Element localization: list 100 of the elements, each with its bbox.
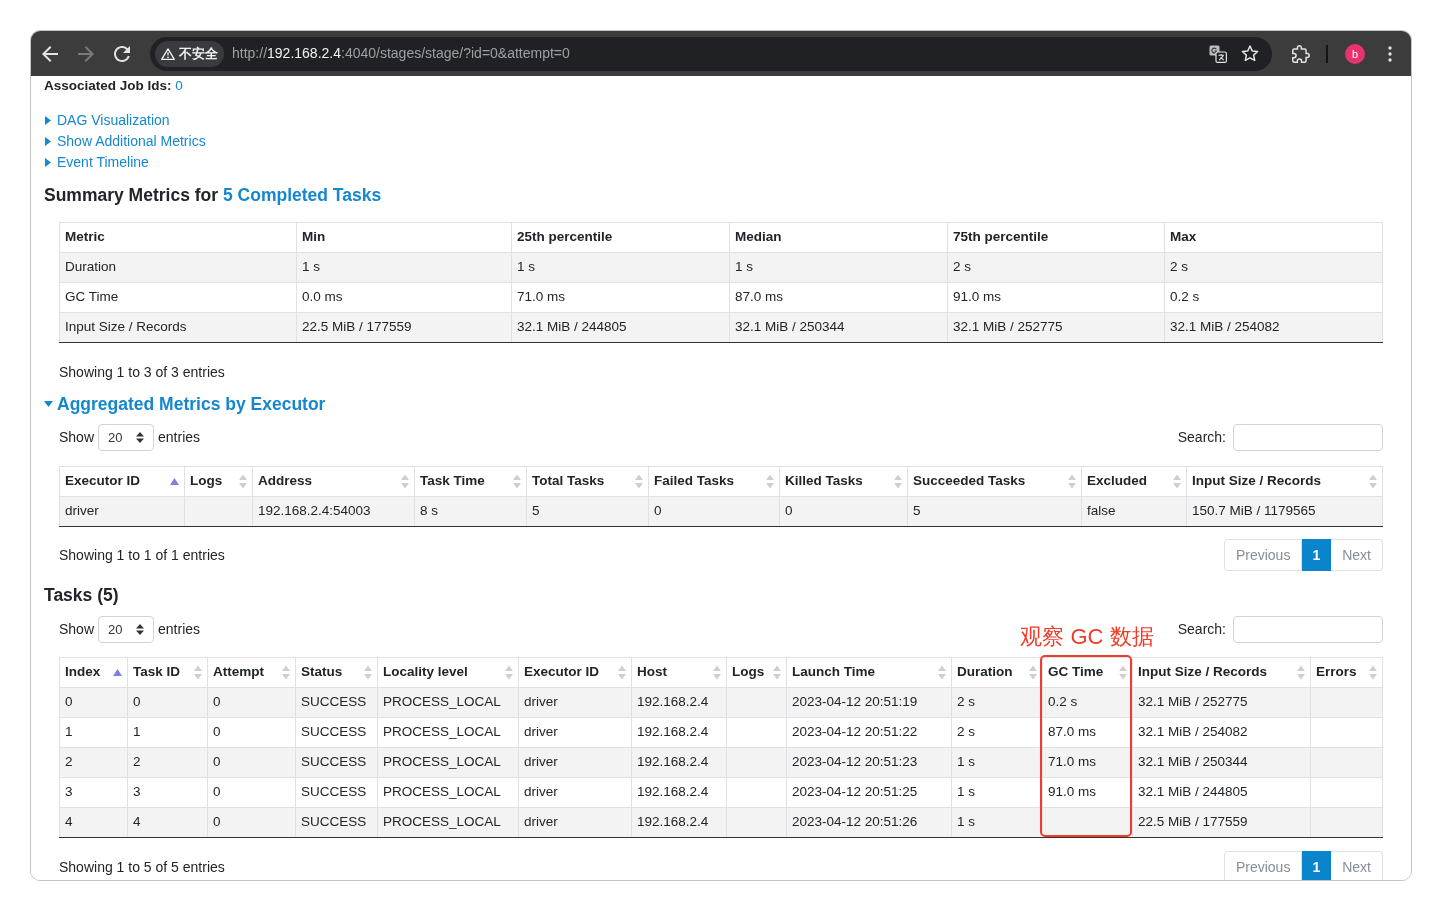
column-header[interactable]: Task ID xyxy=(127,657,208,688)
annotation-label: 观察 GC 数据 xyxy=(1020,624,1154,650)
table-cell: 1 s xyxy=(951,747,1043,778)
column-header[interactable]: Logs xyxy=(184,466,253,497)
table-cell: 192.168.2.4 xyxy=(631,777,727,808)
table-cell: 91.0 ms xyxy=(947,282,1165,313)
table-cell: 32.1 MiB / 252775 xyxy=(1132,687,1311,718)
table-cell: 2 s xyxy=(1164,252,1383,283)
expand-toggle-link[interactable]: Show Additional Metrics xyxy=(44,131,206,152)
table-cell: PROCESS_LOCAL xyxy=(377,807,519,838)
column-header[interactable]: Executor ID xyxy=(518,657,632,688)
section-title: Summary Metrics for 5 Completed Tasks xyxy=(44,184,382,207)
table-cell: 1 s xyxy=(511,252,730,283)
table-cell: 32.1 MiB / 250344 xyxy=(1132,747,1311,778)
three-dots-menu-icon[interactable] xyxy=(1388,45,1392,62)
puzzle-piece-icon[interactable] xyxy=(1292,44,1310,63)
table-cell: 1 s xyxy=(296,252,512,283)
completed-tasks-link[interactable]: 5 Completed Tasks xyxy=(222,185,382,205)
table-cell: 192.168.2.4 xyxy=(631,807,727,838)
entries-info: Showing 1 to 5 of 5 entries xyxy=(59,857,225,877)
show-label: Show xyxy=(59,428,95,447)
column-header[interactable]: Errors xyxy=(1310,657,1383,688)
page-size-select[interactable]: 20 xyxy=(98,424,155,451)
search-field[interactable] xyxy=(1233,424,1383,451)
table-cell: 32.1 MiB / 244805 xyxy=(511,312,730,343)
table-cell: 2023-04-12 20:51:26 xyxy=(786,807,952,838)
table-cell: 0 xyxy=(207,687,296,718)
table-cell: driver xyxy=(518,807,632,838)
table-cell: SUCCESS xyxy=(295,747,378,778)
column-header[interactable]: Duration xyxy=(951,657,1043,688)
column-header[interactable]: Failed Tasks xyxy=(648,466,780,497)
table-cell: 2023-04-12 20:51:22 xyxy=(786,717,952,748)
column-header[interactable]: Launch Time xyxy=(786,657,952,688)
column-header[interactable]: Excluded xyxy=(1081,466,1187,497)
table-cell: 1 xyxy=(127,717,208,748)
search-label: Search: xyxy=(1177,620,1226,639)
search-label: Search: xyxy=(1177,428,1226,447)
up-down-caret-icon xyxy=(136,624,145,635)
table-cell: 2 xyxy=(127,747,208,778)
table-cell: 150.7 MiB / 1179565 xyxy=(1186,496,1383,527)
table-cell: 0 xyxy=(207,807,296,838)
table-cell: SUCCESS xyxy=(295,687,378,718)
translate-icon[interactable] xyxy=(1209,44,1227,63)
column-header[interactable]: Succeeded Tasks xyxy=(907,466,1082,497)
table-cell: Duration xyxy=(59,252,297,283)
column-header[interactable]: Executor ID xyxy=(59,466,185,497)
table-cell: 8 s xyxy=(414,496,527,527)
table-cell: 192.168.2.4 xyxy=(631,747,727,778)
forward-arrow-icon[interactable] xyxy=(78,45,94,62)
table-cell: Input Size / Records xyxy=(59,312,297,343)
url-text[interactable]: http:// xyxy=(232,43,268,64)
job-id-link[interactable]: 0 xyxy=(175,78,183,93)
table-cell: 0 xyxy=(779,496,908,527)
table-cell: 71.0 ms xyxy=(511,282,730,313)
table-cell: 87.0 ms xyxy=(1042,717,1133,748)
url-host-text[interactable]: 192.168.2.4 xyxy=(267,43,341,64)
page-button[interactable]: 1 xyxy=(1302,539,1332,571)
column-header: Median xyxy=(729,222,948,253)
search-field[interactable] xyxy=(1233,616,1383,643)
column-header[interactable]: Locality level xyxy=(377,657,519,688)
column-header[interactable]: Total Tasks xyxy=(526,466,649,497)
star-icon[interactable] xyxy=(1241,45,1259,62)
table-cell: PROCESS_LOCAL xyxy=(377,687,519,718)
back-arrow-icon[interactable] xyxy=(42,45,58,62)
column-header[interactable]: Index xyxy=(59,657,128,688)
section-toggle[interactable]: Aggregated Metrics by Executor xyxy=(44,392,326,416)
page-size-select[interactable]: 20 xyxy=(98,616,155,643)
column-header[interactable]: Logs xyxy=(726,657,787,688)
table-cell: 5 xyxy=(526,496,649,527)
column-header[interactable]: Attempt xyxy=(207,657,296,688)
entries-info: Showing 1 to 1 of 1 entries xyxy=(59,545,225,565)
entries-info: Showing 1 to 3 of 3 entries xyxy=(59,363,225,382)
warning-icon xyxy=(161,47,175,60)
table-cell: 0.0 ms xyxy=(296,282,512,313)
column-header[interactable]: Status xyxy=(295,657,378,688)
column-header[interactable]: GC Time xyxy=(1042,657,1133,688)
page-button[interactable]: 1 xyxy=(1302,851,1332,880)
column-header[interactable]: Address xyxy=(252,466,415,497)
address-bar[interactable]: 不安全 http://192.168.2.4:4040/stages/stage/?id=0&attempt=0 xyxy=(150,36,1272,71)
table-cell: 22.5 MiB / 177559 xyxy=(1132,807,1311,838)
column-header[interactable]: Input Size / Records xyxy=(1132,657,1311,688)
reload-icon[interactable] xyxy=(114,45,130,62)
security-chip[interactable]: 不安全 xyxy=(155,40,224,67)
table-cell: 0.2 s xyxy=(1164,282,1383,313)
expand-toggle-link[interactable]: Event Timeline xyxy=(44,152,149,173)
table-cell: 4 xyxy=(127,807,208,838)
table-cell: 3 xyxy=(127,777,208,808)
profile-avatar[interactable]: b xyxy=(1345,43,1365,64)
table-cell: GC Time xyxy=(59,282,297,313)
table-cell: 2023-04-12 20:51:25 xyxy=(786,777,952,808)
column-header[interactable]: Input Size / Records xyxy=(1186,466,1383,497)
url-text[interactable]: :4040/stages/stage/?id=0&attempt=0 xyxy=(341,43,570,64)
table-cell: 87.0 ms xyxy=(729,282,948,313)
table-cell: driver xyxy=(518,747,632,778)
column-header[interactable]: Host xyxy=(631,657,727,688)
table-cell: driver xyxy=(518,777,632,808)
column-header[interactable]: Task Time xyxy=(414,466,527,497)
table-cell: 22.5 MiB / 177559 xyxy=(296,312,512,343)
column-header[interactable]: Killed Tasks xyxy=(779,466,908,497)
expand-toggle-link[interactable]: DAG Visualization xyxy=(44,110,170,131)
